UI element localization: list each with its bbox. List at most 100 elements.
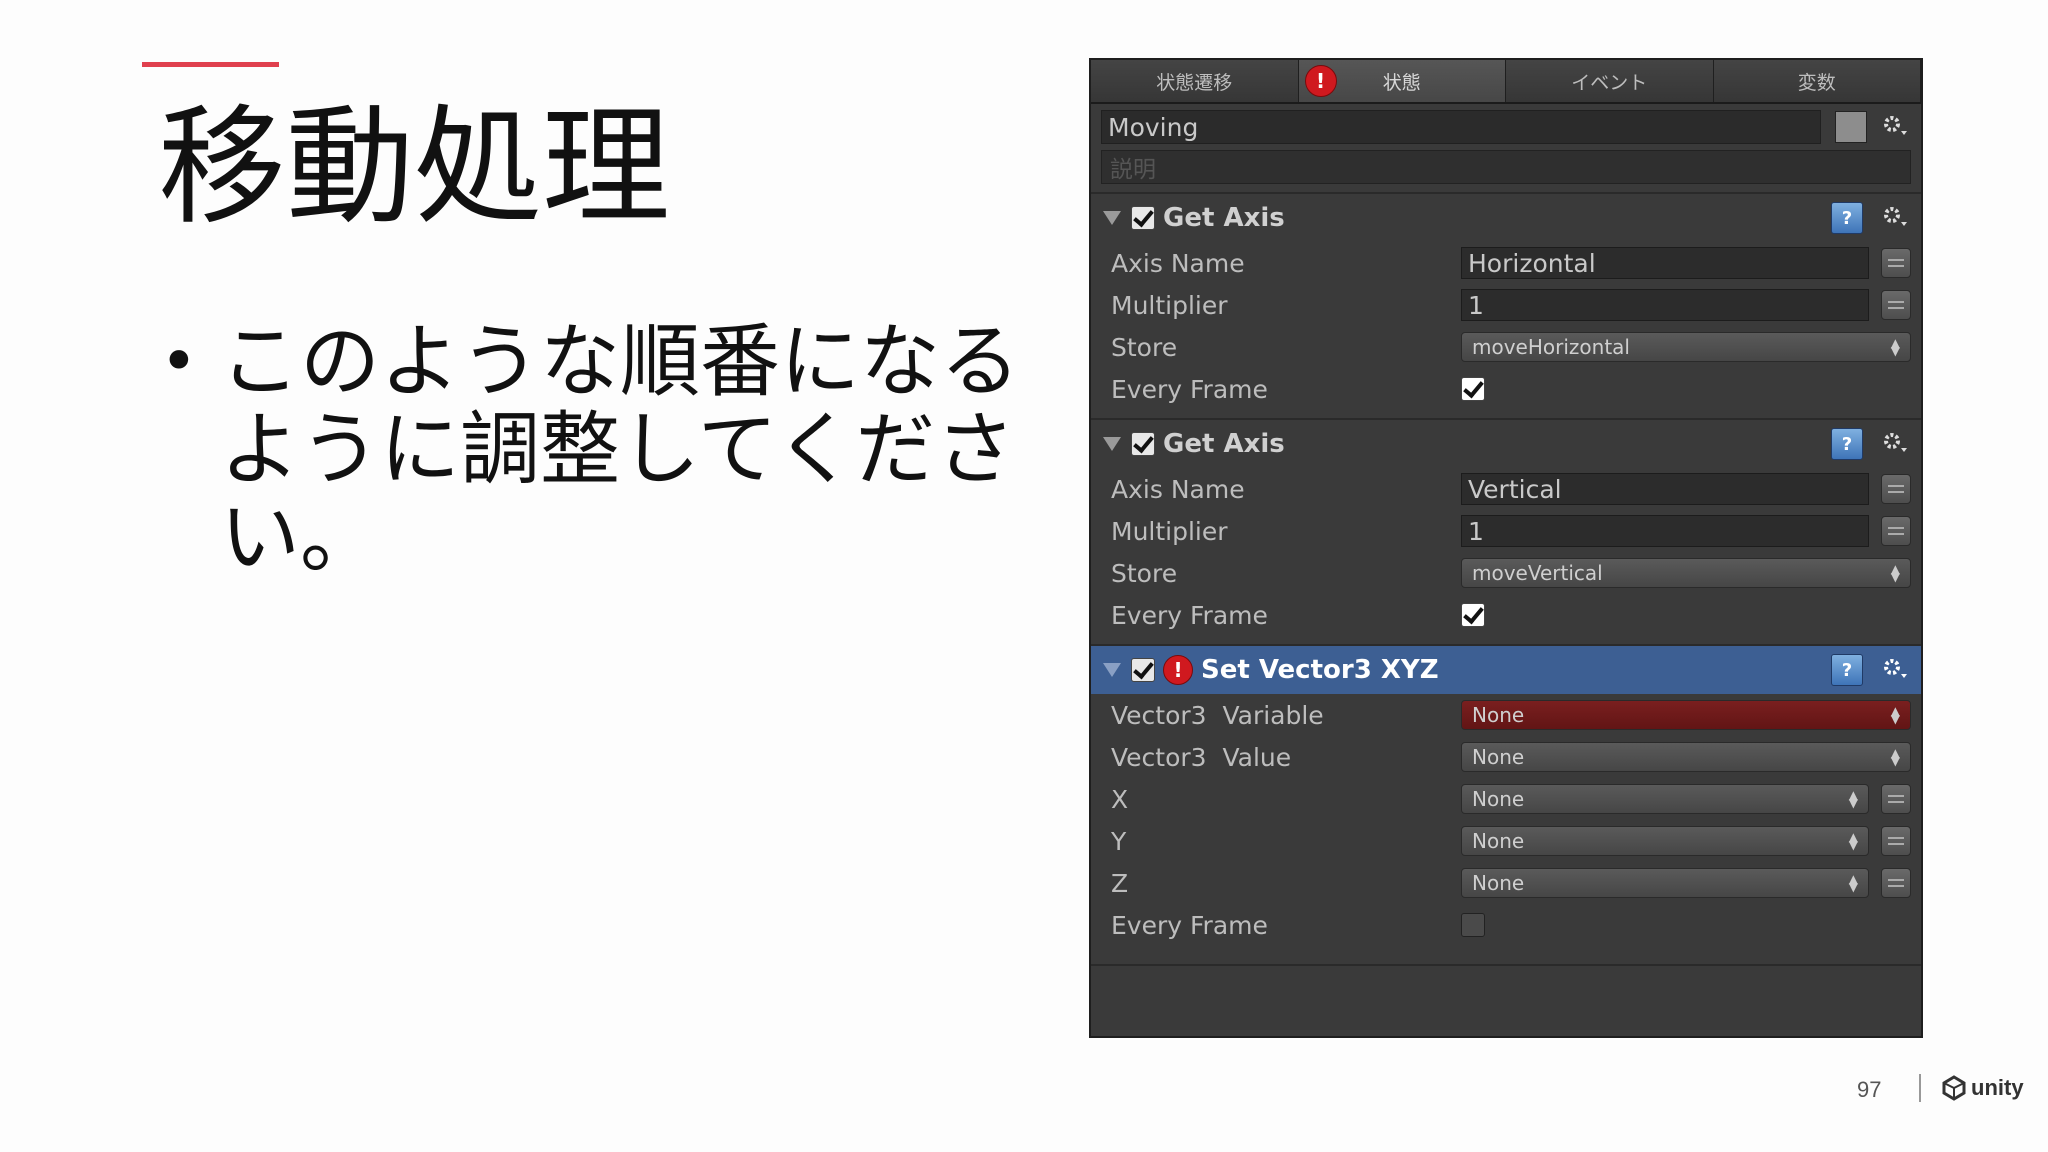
field-label: Every Frame <box>1111 910 1268 940</box>
title-accent-line <box>142 62 279 67</box>
store-dropdown[interactable]: moveHorizontal ▲ ▼ <box>1461 332 1911 362</box>
gear-icon[interactable] <box>1879 202 1911 234</box>
vector3-value-dropdown[interactable]: None ▲ ▼ <box>1461 742 1911 772</box>
unity-logo-text: unity <box>1971 1075 2024 1100</box>
variable-toggle-button[interactable] <box>1881 474 1911 504</box>
tab-events[interactable]: イベント <box>1506 60 1714 102</box>
state-name-row: Moving <box>1091 106 1921 148</box>
unity-logo: unity <box>1941 1072 2024 1104</box>
field-label: Store <box>1111 332 1178 362</box>
error-icon: ! <box>1163 655 1193 685</box>
dropdown-value: None <box>1472 703 1525 727</box>
axis-name-input[interactable]: Vertical <box>1461 473 1869 505</box>
multiplier-input[interactable]: 1 <box>1461 515 1869 547</box>
bullet-text: このような順番になるように調整してください。 <box>220 315 1020 584</box>
field-row: Store moveVertical ▲ ▼ <box>1091 552 1921 594</box>
action-title: Set Vector3 XYZ <box>1201 655 1439 685</box>
fold-arrow-icon[interactable] <box>1103 663 1121 677</box>
tab-label: 変数 <box>1797 71 1836 94</box>
field-row: Vector3 Variable None ▲ ▼ <box>1091 694 1921 736</box>
field-row: X None ▲ ▼ <box>1091 778 1921 820</box>
updown-arrow-icon: ▲ ▼ <box>1890 562 1900 584</box>
variable-toggle-button[interactable] <box>1881 248 1911 278</box>
store-dropdown[interactable]: moveVertical ▲ ▼ <box>1461 558 1911 588</box>
multiplier-input[interactable]: 1 <box>1461 289 1869 321</box>
variable-toggle-button[interactable] <box>1881 290 1911 320</box>
dropdown-value: None <box>1472 787 1525 811</box>
action-title: Get Axis <box>1163 203 1285 233</box>
updown-arrow-icon: ▲ ▼ <box>1848 830 1858 852</box>
variable-toggle-button[interactable] <box>1881 784 1911 814</box>
field-row: Every Frame <box>1091 368 1921 410</box>
field-row: Axis Name Horizontal <box>1091 242 1921 284</box>
updown-arrow-icon: ▲ ▼ <box>1890 746 1900 768</box>
axis-name-input[interactable]: Horizontal <box>1461 247 1869 279</box>
field-row: Multiplier 1 <box>1091 510 1921 552</box>
state-description-input[interactable]: 説明 <box>1101 150 1911 184</box>
variable-toggle-button[interactable] <box>1881 516 1911 546</box>
field-label: X <box>1111 784 1129 814</box>
dropdown-value: None <box>1472 871 1525 895</box>
field-label: Store <box>1111 558 1178 588</box>
tab-transitions[interactable]: 状態遷移 <box>1091 60 1299 102</box>
state-color-swatch[interactable] <box>1835 111 1867 143</box>
updown-arrow-icon: ▲ ▼ <box>1890 336 1900 358</box>
field-row: Every Frame <box>1091 594 1921 636</box>
fold-arrow-icon[interactable] <box>1103 437 1121 451</box>
action-enabled-checkbox[interactable] <box>1131 658 1155 682</box>
tab-label: 状態遷移 <box>1156 71 1233 94</box>
fold-arrow-icon[interactable] <box>1103 211 1121 225</box>
playmaker-state-panel: 状態遷移 ! 状態 イベント 変数 Moving 説明 Get Axis ? A… <box>1089 58 1923 1038</box>
dropdown-value: None <box>1472 745 1525 769</box>
field-label: Multiplier <box>1111 516 1228 546</box>
action-set-vector3-xyz: ! Set Vector3 XYZ ? Vector3 Variable Non… <box>1091 644 1921 946</box>
every-frame-checkbox[interactable] <box>1461 913 1485 937</box>
field-row: Every Frame <box>1091 904 1921 946</box>
updown-arrow-icon: ▲ ▼ <box>1890 704 1900 726</box>
action-header[interactable]: Get Axis ? <box>1091 194 1921 242</box>
gear-icon[interactable] <box>1879 111 1911 143</box>
action-get-axis-2: Get Axis ? Axis Name Vertical Multiplier… <box>1091 418 1921 636</box>
help-icon[interactable]: ? <box>1831 428 1863 460</box>
dropdown-value: moveHorizontal <box>1472 335 1630 359</box>
field-row: Z None ▲ ▼ <box>1091 862 1921 904</box>
action-header[interactable]: Get Axis ? <box>1091 420 1921 468</box>
field-row: Axis Name Vertical <box>1091 468 1921 510</box>
field-label: Vector3 Variable <box>1111 700 1324 730</box>
field-label: Z <box>1111 868 1129 898</box>
updown-arrow-icon: ▲ ▼ <box>1848 872 1858 894</box>
bullet-dot: • <box>160 325 198 399</box>
vector3-variable-dropdown[interactable]: None ▲ ▼ <box>1461 700 1911 730</box>
field-row: Vector3 Value None ▲ ▼ <box>1091 736 1921 778</box>
field-label: Every Frame <box>1111 600 1268 630</box>
action-header[interactable]: ! Set Vector3 XYZ ? <box>1091 646 1921 694</box>
updown-arrow-icon: ▲ ▼ <box>1848 788 1858 810</box>
tab-state[interactable]: ! 状態 <box>1298 60 1506 102</box>
tab-variables[interactable]: 変数 <box>1713 60 1921 102</box>
x-dropdown[interactable]: None ▲ ▼ <box>1461 784 1869 814</box>
bullet-item: • このような順番になるように調整してください。 <box>160 318 1020 582</box>
variable-toggle-button[interactable] <box>1881 868 1911 898</box>
help-icon[interactable]: ? <box>1831 654 1863 686</box>
error-icon: ! <box>1304 65 1337 97</box>
action-title: Get Axis <box>1163 429 1285 459</box>
action-enabled-checkbox[interactable] <box>1131 432 1155 456</box>
variable-toggle-button[interactable] <box>1881 826 1911 856</box>
unity-cube-icon <box>1942 1075 1966 1101</box>
gear-icon[interactable] <box>1879 428 1911 460</box>
field-label: Axis Name <box>1111 474 1245 504</box>
slide-title: 移動処理 <box>158 93 671 242</box>
every-frame-checkbox[interactable] <box>1461 377 1485 401</box>
every-frame-checkbox[interactable] <box>1461 603 1485 627</box>
tab-label: イベント <box>1571 71 1648 94</box>
action-list-end-divider <box>1091 964 1921 966</box>
dropdown-value: moveVertical <box>1472 561 1603 585</box>
help-icon[interactable]: ? <box>1831 202 1863 234</box>
z-dropdown[interactable]: None ▲ ▼ <box>1461 868 1869 898</box>
state-name-input[interactable]: Moving <box>1101 110 1821 144</box>
action-enabled-checkbox[interactable] <box>1131 206 1155 230</box>
y-dropdown[interactable]: None ▲ ▼ <box>1461 826 1869 856</box>
dropdown-value: None <box>1472 829 1525 853</box>
gear-icon[interactable] <box>1879 654 1911 686</box>
tab-bar: 状態遷移 ! 状態 イベント 変数 <box>1091 60 1921 104</box>
